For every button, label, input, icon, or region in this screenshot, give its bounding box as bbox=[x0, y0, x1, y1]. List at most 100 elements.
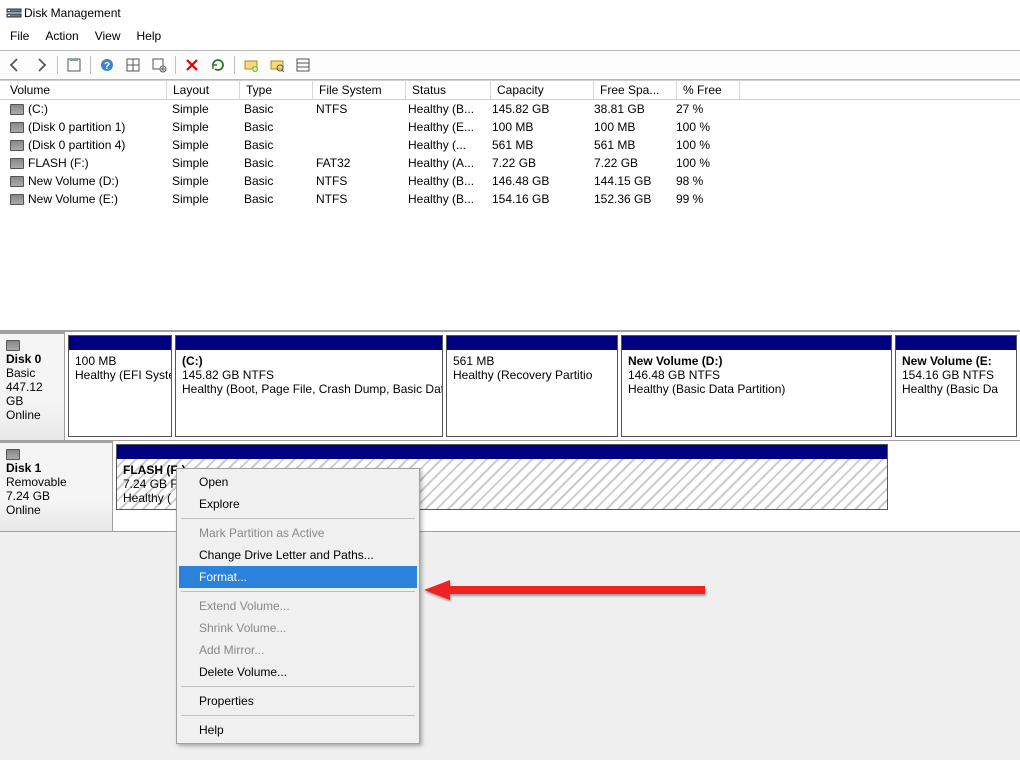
refresh-button[interactable] bbox=[206, 53, 230, 77]
menu-help[interactable]: Help bbox=[131, 28, 168, 48]
window-title: Disk Management bbox=[24, 6, 121, 20]
partition-capacity: 561 MB bbox=[453, 354, 611, 368]
drive-icon bbox=[10, 158, 24, 169]
volume-row[interactable]: New Volume (D:) Simple Basic NTFS Health… bbox=[0, 172, 1020, 190]
drive-icon bbox=[10, 176, 24, 187]
partition[interactable]: New Volume (E: 154.16 GB NTFS Healthy (B… bbox=[895, 335, 1017, 437]
toolbar-separator bbox=[90, 56, 91, 74]
toolbar: ? bbox=[0, 50, 1020, 80]
properties-button[interactable] bbox=[62, 53, 86, 77]
partition-status: Healthy (Basic Data Partition) bbox=[628, 382, 885, 396]
layout-button[interactable] bbox=[121, 53, 145, 77]
svg-text:?: ? bbox=[104, 61, 110, 72]
delete-button[interactable] bbox=[180, 53, 204, 77]
ctx-shrink: Shrink Volume... bbox=[179, 617, 417, 639]
column-capacity[interactable]: Capacity bbox=[491, 81, 594, 99]
create-volume-button[interactable] bbox=[239, 53, 263, 77]
partition-capacity: 100 MB bbox=[75, 354, 165, 368]
column-layout[interactable]: Layout bbox=[167, 81, 240, 99]
help-button[interactable]: ? bbox=[95, 53, 119, 77]
partition[interactable]: (C:) 145.82 GB NTFS Healthy (Boot, Page … bbox=[175, 335, 443, 437]
volume-row[interactable]: New Volume (E:) Simple Basic NTFS Health… bbox=[0, 190, 1020, 208]
partition[interactable]: New Volume (D:) 146.48 GB NTFS Healthy (… bbox=[621, 335, 892, 437]
disk-type: Removable bbox=[6, 475, 67, 489]
disk-row: Disk 0 Basic 447.12 GB Online 100 MB Hea… bbox=[0, 331, 1020, 440]
ctx-separator bbox=[181, 591, 415, 592]
title-bar: Disk Management bbox=[0, 0, 1020, 26]
partition-status: Healthy (Recovery Partitio bbox=[453, 368, 611, 382]
partition[interactable]: 100 MB Healthy (EFI Syste bbox=[68, 335, 172, 437]
disk-label: Disk 0 bbox=[6, 352, 58, 366]
partition-status: Healthy (Basic Da bbox=[902, 382, 1010, 396]
partition-header-bar bbox=[447, 336, 617, 350]
ctx-help[interactable]: Help bbox=[179, 719, 417, 741]
app-icon bbox=[6, 6, 20, 20]
menu-action[interactable]: Action bbox=[39, 28, 84, 48]
back-button[interactable] bbox=[3, 53, 27, 77]
disk-info[interactable]: Disk 0 Basic 447.12 GB Online bbox=[0, 331, 65, 440]
column-pct-free[interactable]: % Free bbox=[677, 81, 740, 99]
column-filesystem[interactable]: File System bbox=[313, 81, 406, 99]
rescan-button[interactable] bbox=[265, 53, 289, 77]
disk-partitions: 100 MB Healthy (EFI Syste (C:) 145.82 GB… bbox=[65, 332, 1020, 440]
disk-state: Online bbox=[6, 503, 41, 517]
ctx-open[interactable]: Open bbox=[179, 471, 417, 493]
disk-type: Basic bbox=[6, 366, 35, 380]
partition-name: New Volume (D:) bbox=[628, 354, 722, 368]
context-menu: Open Explore Mark Partition as Active Ch… bbox=[176, 468, 420, 744]
volume-row[interactable]: (Disk 0 partition 1) Simple Basic Health… bbox=[0, 118, 1020, 136]
column-type[interactable]: Type bbox=[240, 81, 313, 99]
disk-icon bbox=[6, 449, 20, 460]
volume-list[interactable]: (C:) Simple Basic NTFS Healthy (B... 145… bbox=[0, 100, 1020, 330]
ctx-separator bbox=[181, 715, 415, 716]
ctx-properties[interactable]: Properties bbox=[179, 690, 417, 712]
drive-icon bbox=[10, 104, 24, 115]
partition-capacity: 146.48 GB NTFS bbox=[628, 368, 885, 382]
toolbar-separator bbox=[57, 56, 58, 74]
partition-header-bar bbox=[69, 336, 171, 350]
ctx-format[interactable]: Format... bbox=[179, 566, 417, 588]
graphical-view: Disk 0 Basic 447.12 GB Online 100 MB Hea… bbox=[0, 330, 1020, 760]
ctx-delete[interactable]: Delete Volume... bbox=[179, 661, 417, 683]
menu-view[interactable]: View bbox=[89, 28, 127, 48]
drive-icon bbox=[10, 122, 24, 133]
column-free-space[interactable]: Free Spa... bbox=[594, 81, 677, 99]
partition-header-bar bbox=[117, 445, 887, 459]
ctx-change-letter[interactable]: Change Drive Letter and Paths... bbox=[179, 544, 417, 566]
volume-row[interactable]: (C:) Simple Basic NTFS Healthy (B... 145… bbox=[0, 100, 1020, 118]
volume-header-row: Volume Layout Type File System Status Ca… bbox=[0, 80, 1020, 100]
disk-size: 447.12 GB bbox=[6, 380, 43, 408]
ctx-add-mirror: Add Mirror... bbox=[179, 639, 417, 661]
volume-row[interactable]: FLASH (F:) Simple Basic FAT32 Healthy (A… bbox=[0, 154, 1020, 172]
partition-header-bar bbox=[896, 336, 1016, 350]
disk-row: Disk 1 Removable 7.24 GB Online FLASH (F… bbox=[0, 440, 1020, 531]
disk-state: Online bbox=[6, 408, 41, 422]
ctx-explore[interactable]: Explore bbox=[179, 493, 417, 515]
partition-name: (C:) bbox=[182, 354, 203, 368]
forward-button[interactable] bbox=[29, 53, 53, 77]
partition-status: Healthy (EFI Syste bbox=[75, 368, 165, 382]
partition-name: New Volume (E: bbox=[902, 354, 992, 368]
partition-capacity: 145.82 GB NTFS bbox=[182, 368, 436, 382]
volume-row[interactable]: (Disk 0 partition 4) Simple Basic Health… bbox=[0, 136, 1020, 154]
toolbar-separator bbox=[234, 56, 235, 74]
settings-button[interactable] bbox=[147, 53, 171, 77]
toolbar-separator bbox=[175, 56, 176, 74]
ctx-extend: Extend Volume... bbox=[179, 595, 417, 617]
column-volume[interactable]: Volume bbox=[4, 81, 167, 99]
column-status[interactable]: Status bbox=[406, 81, 491, 99]
disk-info[interactable]: Disk 1 Removable 7.24 GB Online bbox=[0, 440, 113, 531]
disk-size: 7.24 GB bbox=[6, 489, 50, 503]
graphical-empty-area bbox=[0, 531, 1020, 760]
ctx-separator bbox=[181, 518, 415, 519]
drive-icon bbox=[10, 194, 24, 205]
partition-status: Healthy (Boot, Page File, Crash Dump, Ba… bbox=[182, 382, 436, 396]
partition-capacity: 154.16 GB NTFS bbox=[902, 368, 1010, 382]
partition[interactable]: 561 MB Healthy (Recovery Partitio bbox=[446, 335, 618, 437]
drive-icon bbox=[10, 140, 24, 151]
menu-file[interactable]: File bbox=[4, 28, 35, 48]
ctx-mark-active: Mark Partition as Active bbox=[179, 522, 417, 544]
disk-label: Disk 1 bbox=[6, 461, 106, 475]
toggle-view-button[interactable] bbox=[291, 53, 315, 77]
partition-header-bar bbox=[176, 336, 442, 350]
